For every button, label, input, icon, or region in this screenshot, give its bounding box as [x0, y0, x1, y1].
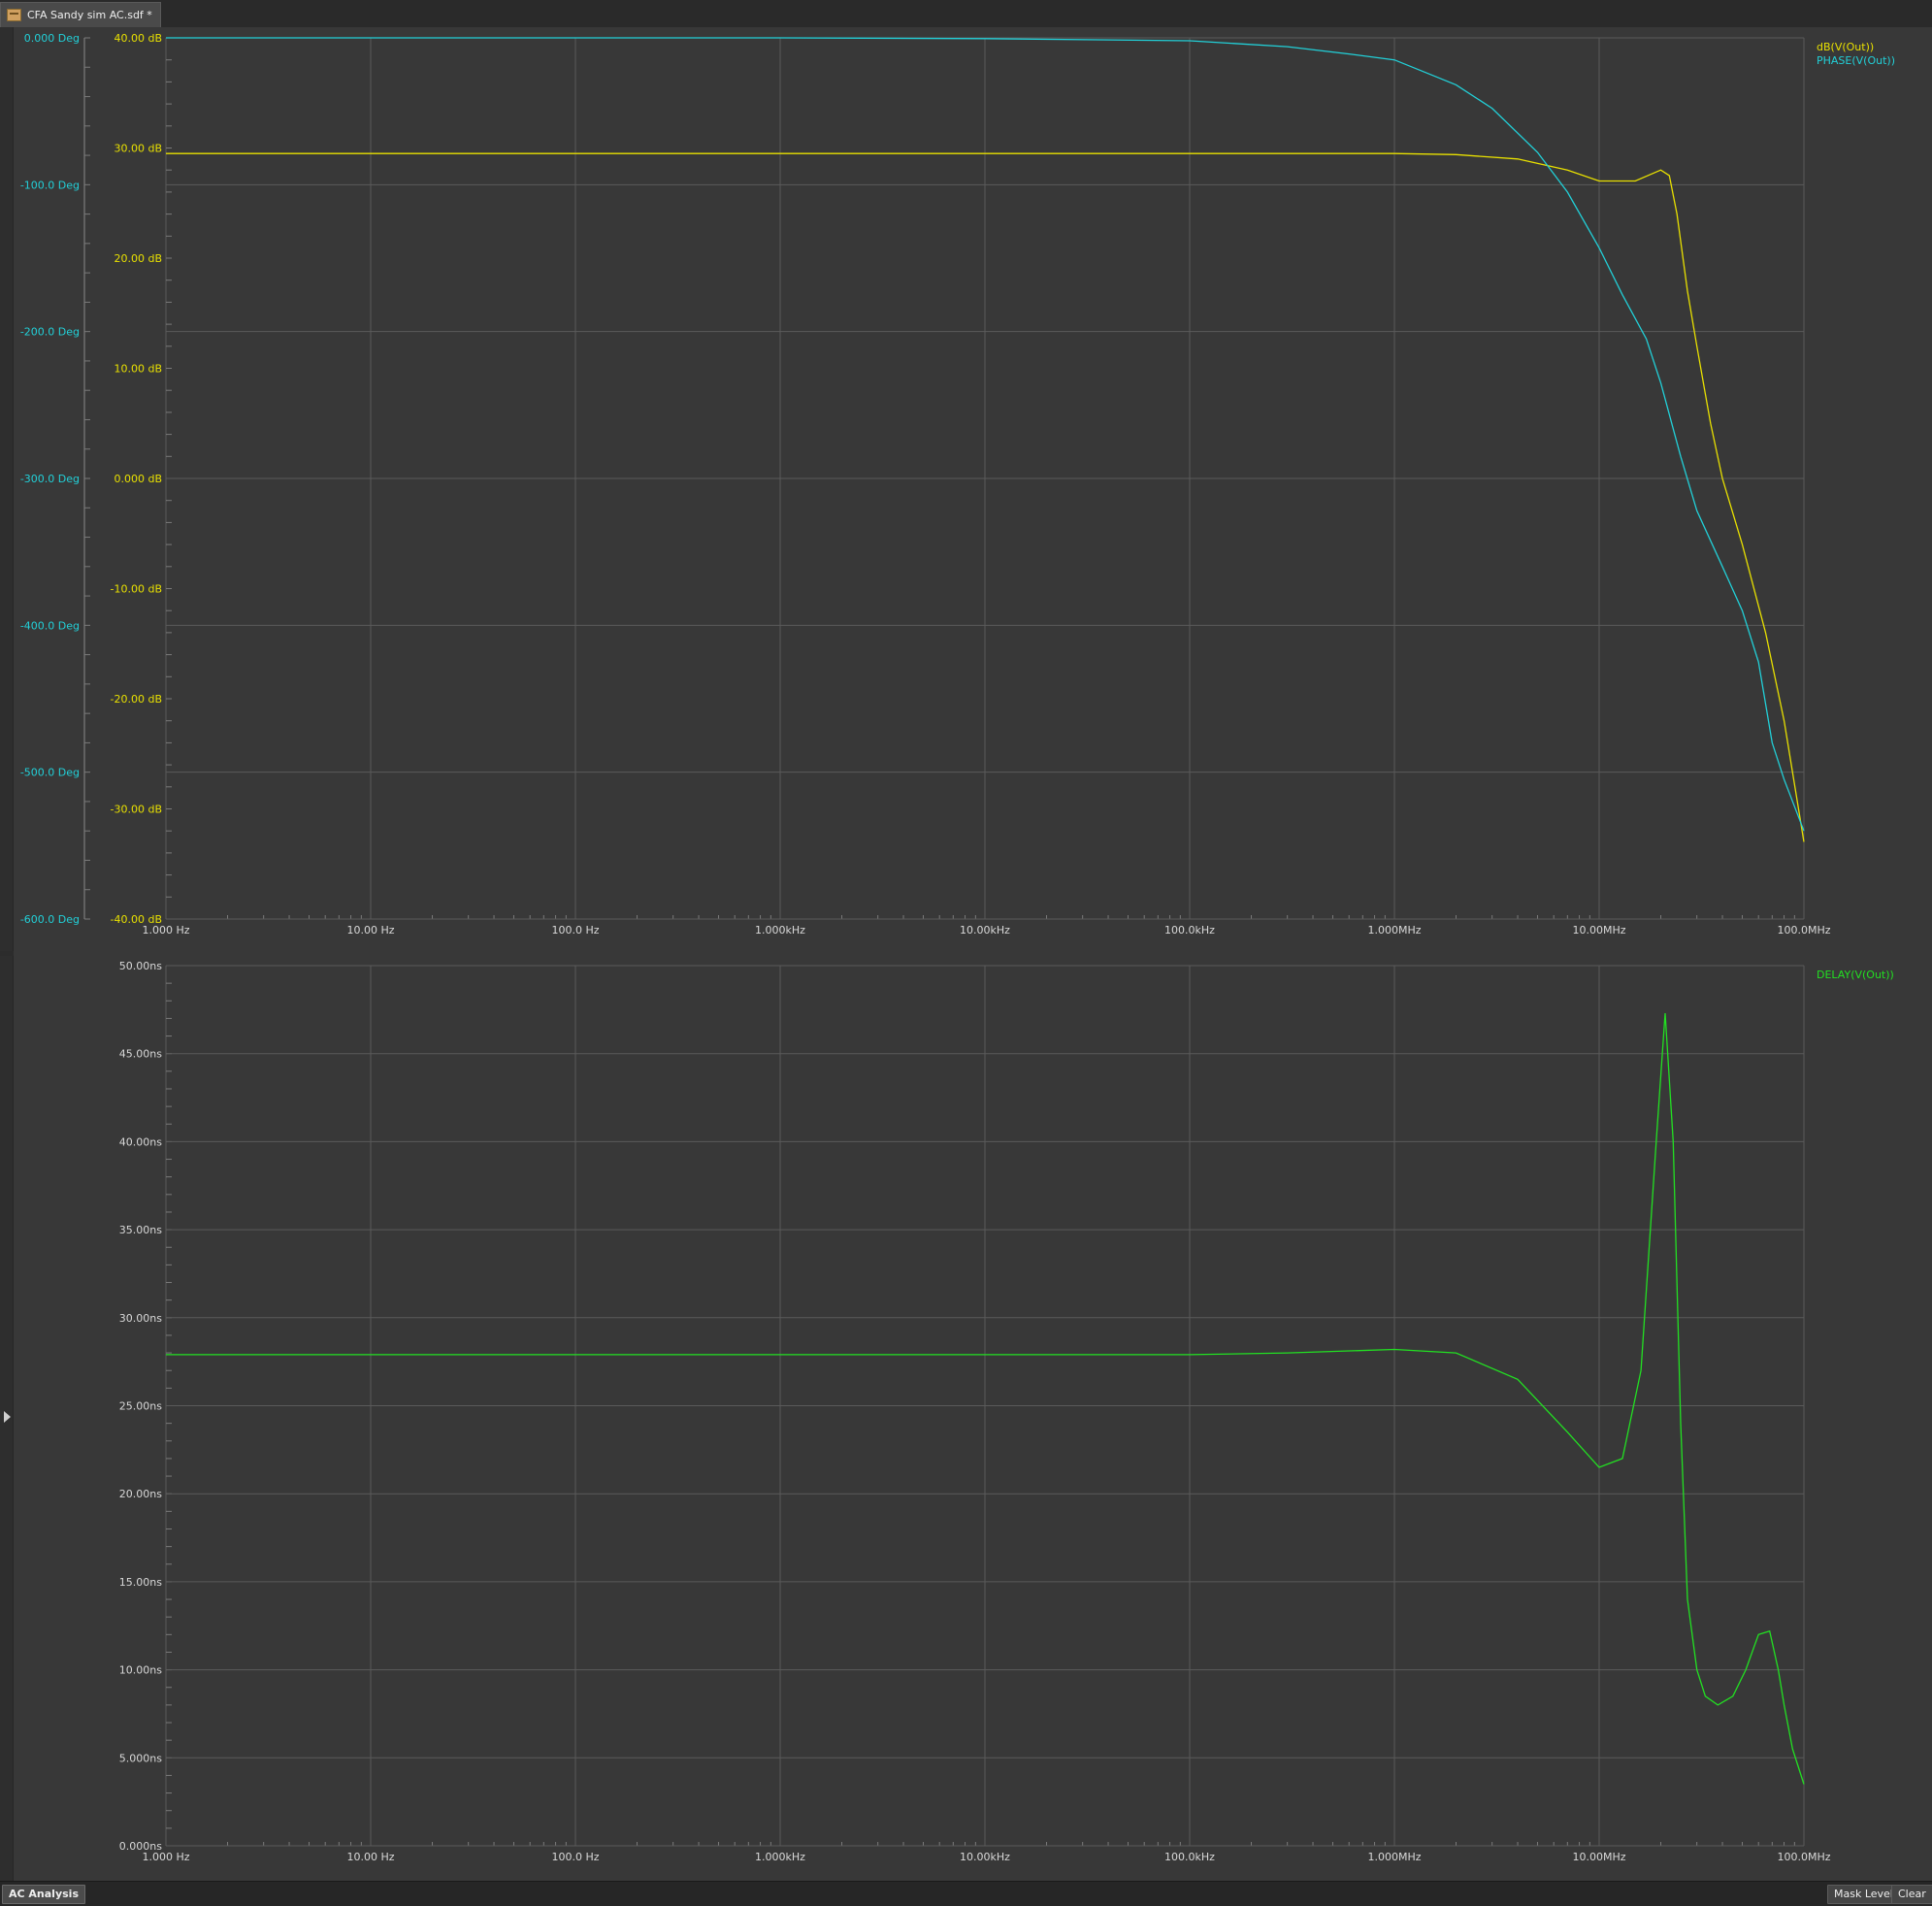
phase-tick-label: -400.0 Deg [20, 619, 80, 632]
phase-tick-label: -600.0 Deg [20, 913, 80, 926]
delay-tick-label: 40.00ns [119, 1135, 162, 1148]
x-tick-label: 10.00kHz [960, 924, 1010, 937]
legend-delay: DELAY(V(Out)) [1817, 969, 1894, 981]
db-tick-label: -20.00 dB [111, 693, 163, 706]
x-tick-label: 10.00 Hz [346, 1851, 394, 1863]
delay-tick-label: 0.000ns [119, 1840, 162, 1853]
x-tick-label: 10.00kHz [960, 1851, 1010, 1863]
legend-db: dB(V(Out)) [1817, 41, 1874, 53]
analysis-status-bar: AC Analysis Mask Level Clear [0, 1881, 1932, 1906]
waveform-charts-svg[interactable]: 1.000 Hz 10.00 Hz 100.0 Hz 1.000kHz 10.00kHz… [14, 27, 1932, 1881]
clear-button[interactable]: Clear [1891, 1885, 1932, 1904]
ac-analysis-tab[interactable]: AC Analysis [2, 1885, 85, 1904]
delay-tick-label: 5.000ns [119, 1752, 162, 1764]
delay-tick-label: 20.00ns [119, 1488, 162, 1500]
x-tick-label: 1.000MHz [1367, 1851, 1421, 1863]
x-tick-label: 100.0kHz [1164, 1851, 1215, 1863]
document-tab[interactable]: CFA Sandy sim AC.sdf * [0, 2, 161, 27]
delay-tick-label: 15.00ns [119, 1576, 162, 1589]
delay-tick-label: 30.00ns [119, 1312, 162, 1325]
legend-phase: PHASE(V(Out)) [1817, 54, 1895, 67]
delay-tick-label: 35.00ns [119, 1224, 162, 1236]
document-tab-title: CFA Sandy sim AC.sdf * [27, 9, 152, 21]
x-tick-label: 100.0 Hz [551, 924, 599, 937]
db-tick-label: -10.00 dB [111, 583, 163, 596]
phase-tick-label: -100.0 Deg [20, 179, 80, 191]
x-tick-label: 100.0kHz [1164, 924, 1215, 937]
left-margin-strip-top [0, 27, 14, 951]
x-tick-label: 1.000kHz [755, 924, 805, 937]
mask-level-button[interactable]: Mask Level [1827, 1885, 1900, 1904]
x-tick-label: 10.00 Hz [346, 924, 394, 937]
expand-panel-arrow-icon[interactable] [4, 1411, 11, 1423]
delay-tick-label: 10.00ns [119, 1664, 162, 1677]
x-tick-label: 100.0 Hz [551, 1851, 599, 1863]
phase-tick-label: 0.000 Deg [24, 32, 80, 45]
phase-tick-label: -300.0 Deg [20, 473, 80, 485]
db-tick-label: -30.00 dB [111, 804, 163, 816]
db-tick-label: 0.000 dB [114, 473, 162, 485]
x-tick-label: 1.000MHz [1367, 924, 1421, 937]
db-tick-label: 30.00 dB [114, 143, 162, 155]
db-tick-label: 40.00 dB [114, 32, 162, 45]
phase-tick-label: -500.0 Deg [20, 767, 80, 779]
x-tick-label: 100.0MHz [1777, 924, 1830, 937]
db-tick-label: -40.00 dB [111, 913, 163, 926]
x-tick-label: 10.00MHz [1572, 924, 1625, 937]
db-tick-label: 10.00 dB [114, 363, 162, 376]
delay-tick-label: 25.00ns [119, 1400, 162, 1413]
x-tick-label: 1.000kHz [755, 1851, 805, 1863]
delay-tick-label: 50.00ns [119, 960, 162, 972]
waveform-plot-area[interactable]: 1.000 Hz 10.00 Hz 100.0 Hz 1.000kHz 10.00kHz… [14, 27, 1932, 1881]
x-tick-label: 10.00MHz [1572, 1851, 1625, 1863]
delay-tick-label: 45.00ns [119, 1048, 162, 1061]
x-tick-label: 100.0MHz [1777, 1851, 1830, 1863]
document-tab-bar: CFA Sandy sim AC.sdf * [0, 0, 1932, 28]
db-tick-label: 20.00 dB [114, 252, 162, 265]
schematic-doc-icon [7, 9, 21, 21]
phase-tick-label: -200.0 Deg [20, 326, 80, 339]
